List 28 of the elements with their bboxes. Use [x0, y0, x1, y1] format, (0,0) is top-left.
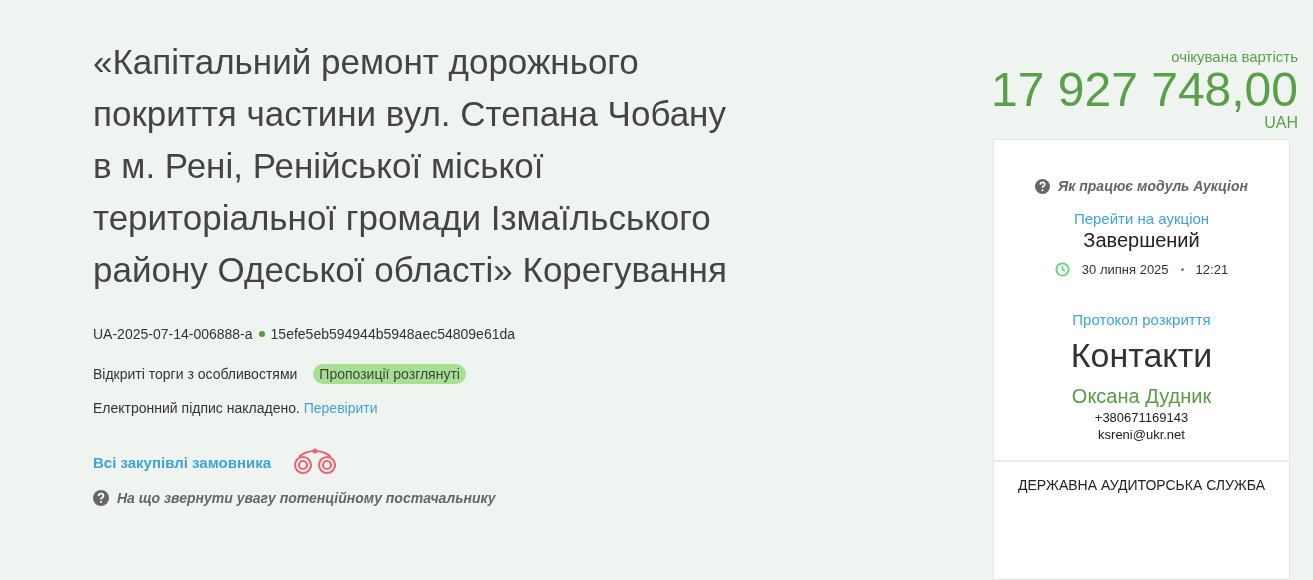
contact-email: ksreni@ukr.net: [1098, 427, 1185, 442]
customer-purchases-link[interactable]: Всі закупівлі замовника: [93, 453, 272, 471]
organization-name: ДЕРЖАВНА АУДИТОРСЬКА СЛУЖБА: [1018, 477, 1265, 493]
signature-text: Електронний підпис накладено. Перевірити: [93, 400, 378, 416]
separator-dot-icon: [258, 331, 265, 337]
procedure-type: Відкриті торги з особливостями: [93, 366, 298, 382]
protocol-link[interactable]: Протокол розкриття: [1072, 311, 1211, 328]
tender-id: UA-2025-07-14-006888-a: [93, 326, 253, 342]
separator-dot-icon: [1180, 268, 1184, 271]
price-label: очікувана вартість: [1171, 48, 1298, 65]
contacts-heading: Контакти: [1070, 336, 1213, 375]
auction-link[interactable]: Перейти на аукціон: [1073, 210, 1210, 227]
status-badge: Пропозиції розглянуті: [313, 364, 466, 384]
price-currency: UAH: [1264, 115, 1298, 131]
verify-link[interactable]: Перевірити: [303, 400, 378, 416]
help-icon: [1035, 178, 1051, 194]
contact-phone: +380671169143: [1094, 410, 1189, 425]
auction-time: 12:21: [1195, 262, 1229, 277]
contact-name: Оксана Дудник: [1071, 385, 1212, 408]
auction-date: 30 липня 2025: [1081, 262, 1169, 277]
help-icon: [93, 490, 109, 506]
supplier-hint: На що звернути увагу потенційному постачальнику: [117, 490, 496, 506]
auction-help-text: Як працює модуль Аукціон: [1058, 178, 1248, 194]
tender-title: «Капітальний ремонт дорожнього покриття частини вул. Степана Чобану в м. Рені, Ренійської міської територіальної громади Ізмаїльського району Одеської області» Корегування: [93, 41, 728, 291]
clock-icon: [1054, 262, 1070, 277]
tender-hash: 15efe5eb594944b5948aec54809e61da: [270, 326, 516, 342]
auction-status: Завершений: [1083, 229, 1200, 252]
price-amount: 17 927 748,00: [991, 65, 1298, 115]
